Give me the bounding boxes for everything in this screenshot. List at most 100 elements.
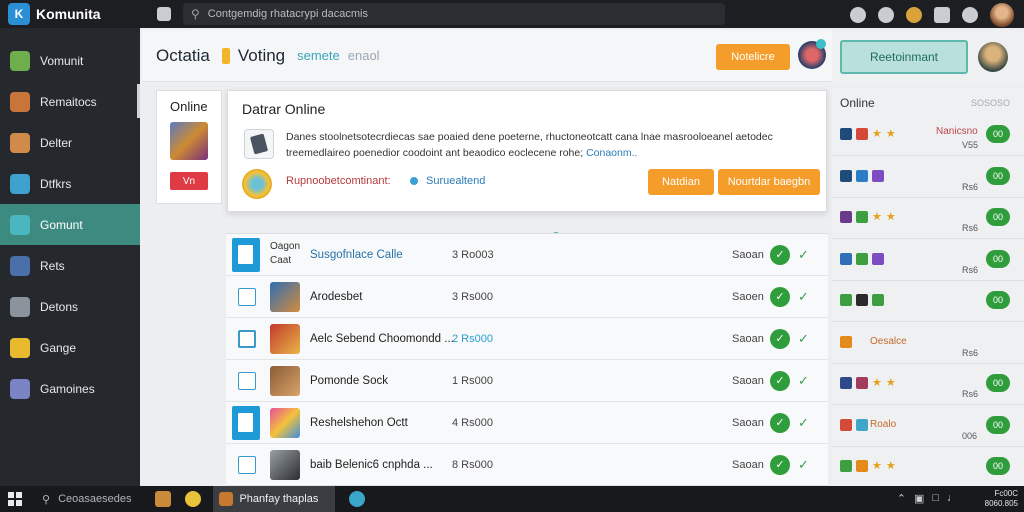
list-item[interactable]: ★ ★ Rs6 00 xyxy=(832,363,1024,405)
online-card-button[interactable]: Vn xyxy=(170,172,208,190)
sidebar-item-label: Rets xyxy=(40,258,65,273)
item-label: Oesalce xyxy=(870,335,907,347)
table-row[interactable]: Pomonde Sock 1 Rs000 Saoan ✓ ✓ xyxy=(226,360,828,402)
header-link[interactable]: semete xyxy=(297,48,340,63)
chat-icon[interactable] xyxy=(349,491,366,507)
row-thumb-text: Oagon Caat xyxy=(270,241,301,266)
table-row[interactable]: Aelc Sebend Choomondd ... 2 Rs000 Saoan ✓ ✓ xyxy=(226,318,828,360)
dialog-note-link[interactable]: Suruealtend xyxy=(426,175,485,187)
row-checkbox[interactable] xyxy=(238,329,256,348)
status-badge[interactable]: 00 xyxy=(986,249,1010,268)
list-item[interactable]: ★ ★ 00 xyxy=(832,446,1024,488)
row-name[interactable]: baib Belenic6 cnphda ... xyxy=(310,459,433,471)
row-checkbox[interactable] xyxy=(238,287,256,306)
search-placeholder: Contgemdig rhatacrypi dacacmis xyxy=(207,8,368,20)
game-icon xyxy=(840,128,852,140)
table-row[interactable]: Oagon Caat Susgofnlace Calle 3 Ro003 Saoan ✓… xyxy=(226,234,828,276)
clock[interactable]: Fc00C 8060.805 xyxy=(985,489,1018,509)
status-badge[interactable]: 00 xyxy=(986,415,1010,434)
avatar-badge-icon xyxy=(816,39,826,49)
status-badge[interactable]: 00 xyxy=(986,125,1010,143)
list-item[interactable]: 00 xyxy=(832,280,1024,322)
status-badge[interactable]: 00 xyxy=(986,291,1010,309)
brand[interactable]: K Komunita xyxy=(0,3,145,25)
browser-icon[interactable] xyxy=(185,491,202,507)
row-checkbox[interactable] xyxy=(238,455,256,474)
refresh-icon[interactable] xyxy=(850,7,866,23)
checkmark-icon[interactable]: ✓ xyxy=(798,415,809,431)
dialog-body-link[interactable]: Conaonm.. xyxy=(586,147,637,159)
notifications-icon[interactable] xyxy=(878,7,894,23)
taskbar-search-text: Ceoasaesedes xyxy=(58,493,132,505)
row-size: 8 Rs000 xyxy=(452,458,493,471)
dialog-primary-button[interactable]: Natdian xyxy=(648,169,714,195)
checkmark-icon[interactable]: ✓ xyxy=(798,373,809,389)
status-badge[interactable]: 00 xyxy=(986,374,1010,392)
online-dialog: Datrar Online Danes stoolnetsotecrdiecas… xyxy=(227,90,827,212)
sun-badge-icon xyxy=(242,169,272,199)
profile-icon[interactable] xyxy=(906,7,922,23)
sidebar-item-label: Detons xyxy=(40,299,79,314)
row-checkbox[interactable] xyxy=(232,237,260,272)
item-icons: ★ ★ xyxy=(840,460,896,472)
checkmark-icon[interactable]: ✓ xyxy=(798,289,809,305)
list-item[interactable]: ★ ★ Rs6 00 xyxy=(832,197,1024,239)
list-item[interactable]: Oesalce Rs6 xyxy=(832,322,1024,364)
status-badge[interactable]: 00 xyxy=(986,457,1010,475)
right-avatar[interactable] xyxy=(978,42,1008,72)
row-checkbox[interactable] xyxy=(232,405,260,440)
sidebar-item[interactable]: Detons xyxy=(0,286,140,327)
star-icon: ★ xyxy=(885,460,896,472)
table-row[interactable]: baib Belenic6 cnphda ... 8 Rs000 Saoan ✓ ✓ xyxy=(226,444,828,486)
sidebar-item[interactable]: Delter xyxy=(0,122,140,163)
dialog-body: Danes stoolnetsotecrdiecas sae poaied de… xyxy=(286,129,816,161)
taskbar-search[interactable]: ⚲ Ceoasaesedes xyxy=(42,493,131,506)
list-item[interactable]: Roalo 006 00 xyxy=(832,405,1024,447)
checkmark-icon[interactable]: ✓ xyxy=(798,247,809,263)
chat-bubble-icon[interactable]: □ xyxy=(932,492,939,505)
checkmark-icon[interactable]: ✓ xyxy=(798,457,809,473)
table-row[interactable]: Reshelshehon Octt 4 Rs000 Saoan ✓ ✓ xyxy=(226,402,828,444)
sidebar-item[interactable]: Gomunt xyxy=(0,204,140,245)
sidebar-item[interactable]: Rets xyxy=(0,245,140,286)
row-name[interactable]: Reshelshehon Octt xyxy=(310,417,408,429)
sidebar-item[interactable]: Vomunit xyxy=(0,40,140,81)
item-icons xyxy=(840,169,884,182)
sidebar-item[interactable]: Dtfkrs xyxy=(0,163,140,204)
row-checkbox[interactable] xyxy=(238,371,256,390)
start-icon[interactable] xyxy=(8,492,22,506)
status-badge[interactable]: 00 xyxy=(986,166,1010,185)
table-row[interactable]: Arodesbet 3 Rs000 Saoen ✓ ✓ xyxy=(226,276,828,318)
header-action-button[interactable]: Notelicre xyxy=(716,44,790,70)
sidebar-item-icon xyxy=(10,50,30,71)
help-icon[interactable] xyxy=(962,7,978,23)
row-thumbnail xyxy=(270,281,300,312)
sidebar-item[interactable]: Gamoines xyxy=(0,368,140,409)
list-item[interactable]: Rs6 00 xyxy=(832,239,1024,281)
sidebar-item[interactable]: Remaitocs xyxy=(0,81,140,122)
network-icon[interactable]: ▣ xyxy=(914,492,924,505)
home-icon[interactable] xyxy=(157,7,171,21)
list-item[interactable]: ★ ★ Nanicsno V55 00 xyxy=(832,114,1024,156)
taskbar-app-icon[interactable] xyxy=(155,491,172,507)
status-badge[interactable]: 00 xyxy=(986,208,1010,226)
dialog-secondary-button[interactable]: Nourtdar baegbn xyxy=(718,169,820,195)
verified-icon: ✓ xyxy=(770,244,790,265)
row-name[interactable]: Pomonde Sock xyxy=(310,375,388,387)
primary-top-button[interactable]: Reetoinmant xyxy=(840,40,968,74)
messages-icon[interactable] xyxy=(934,7,950,23)
chevron-up-icon[interactable]: ⌃ xyxy=(897,492,906,505)
row-name[interactable]: Susgofnlace Calle xyxy=(310,249,403,261)
app-icon xyxy=(219,492,234,506)
list-item[interactable]: Rs6 00 xyxy=(832,156,1024,198)
row-name[interactable]: Arodesbet xyxy=(310,291,362,303)
volume-icon[interactable]: ♩ xyxy=(947,492,958,505)
user-avatar[interactable] xyxy=(990,3,1014,27)
row-name[interactable]: Aelc Sebend Choomondd ... xyxy=(310,333,454,345)
search-input[interactable]: ⚲ Contgemdig rhatacrypi dacacmis xyxy=(183,3,725,25)
game-icon xyxy=(856,211,868,223)
taskbar-active-app[interactable]: Phanfay thaplas xyxy=(213,486,336,512)
sidebar-scrollbar[interactable] xyxy=(137,84,140,118)
checkmark-icon[interactable]: ✓ xyxy=(798,331,809,347)
sidebar-item[interactable]: Gange xyxy=(0,327,140,368)
